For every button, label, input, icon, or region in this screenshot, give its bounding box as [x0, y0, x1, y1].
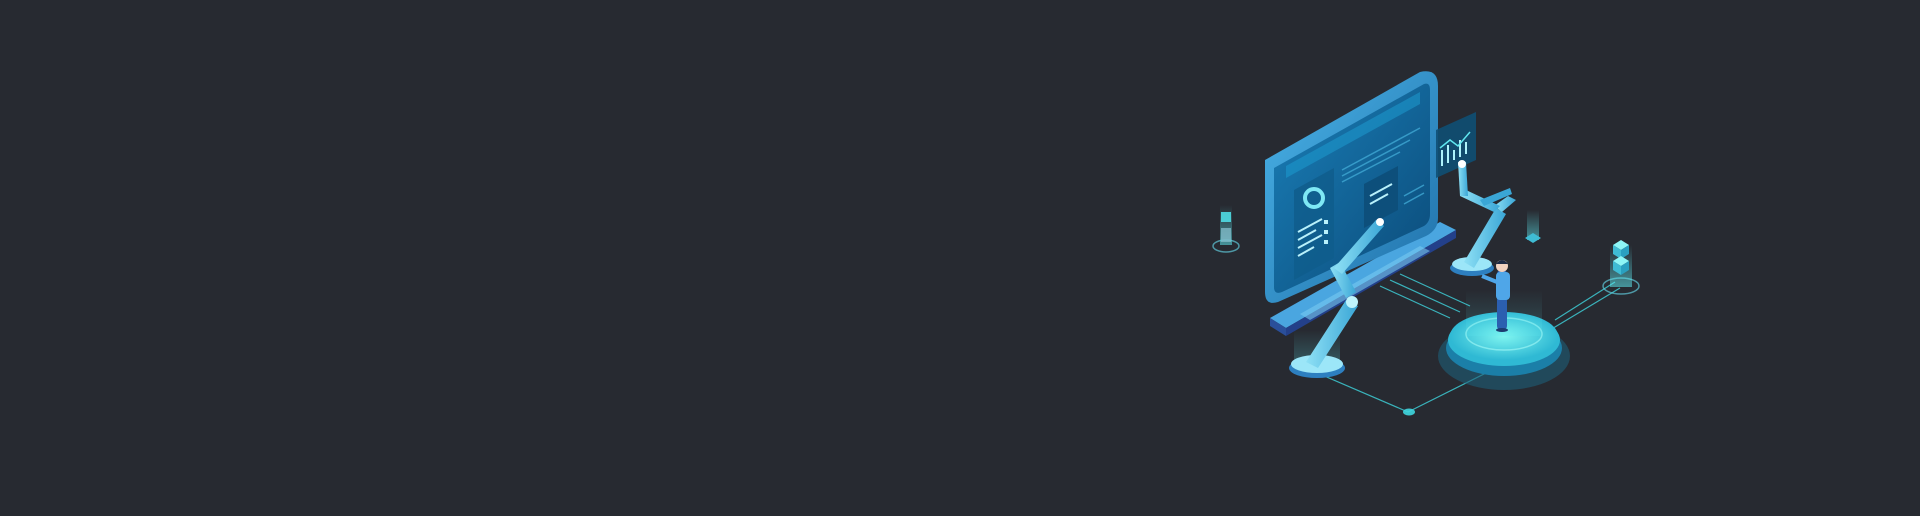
hero-banner [0, 0, 1920, 516]
robot-arm-right-icon [1450, 160, 1516, 276]
beacon-icon [1525, 210, 1541, 243]
floating-chart-icon [1436, 112, 1476, 178]
pillar-left-icon [1212, 205, 1240, 253]
isometric-monitor-robot-arms-icon [1212, 71, 1640, 416]
network-node-icon [1403, 408, 1415, 416]
